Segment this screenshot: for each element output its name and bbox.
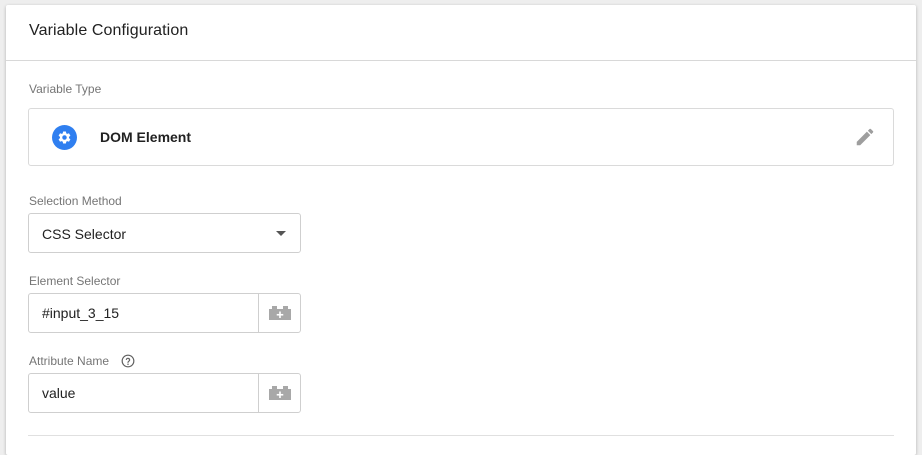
variable-type-label: Variable Type (29, 82, 102, 96)
gear-icon (52, 125, 77, 150)
section-divider (28, 435, 894, 436)
panel-title: Variable Configuration (29, 22, 189, 39)
insert-variable-button[interactable] (258, 374, 300, 412)
help-circle-icon[interactable] (121, 354, 135, 368)
selection-method-dropdown[interactable]: CSS Selector (28, 213, 301, 253)
element-selector-label: Element Selector (29, 274, 121, 288)
dropdown-arrow-icon (276, 231, 286, 236)
variable-type-name: DOM Element (100, 129, 192, 145)
insert-variable-button[interactable] (258, 294, 300, 332)
selection-method-value: CSS Selector (42, 226, 127, 242)
element-selector-input[interactable] (29, 294, 257, 332)
lego-brick-plus-icon (268, 386, 291, 400)
panel-header: Variable Configuration (6, 5, 916, 61)
element-selector-field (28, 293, 301, 333)
pencil-icon[interactable] (854, 126, 876, 148)
variable-configuration-panel: Variable Configuration Variable Type DOM… (6, 5, 916, 455)
attribute-name-label: Attribute Name (29, 354, 110, 368)
selection-method-label: Selection Method (29, 194, 122, 208)
lego-brick-plus-icon (268, 306, 291, 320)
variable-type-selector[interactable]: DOM Element (28, 108, 894, 166)
attribute-name-input[interactable] (29, 374, 257, 412)
attribute-name-field (28, 373, 301, 413)
